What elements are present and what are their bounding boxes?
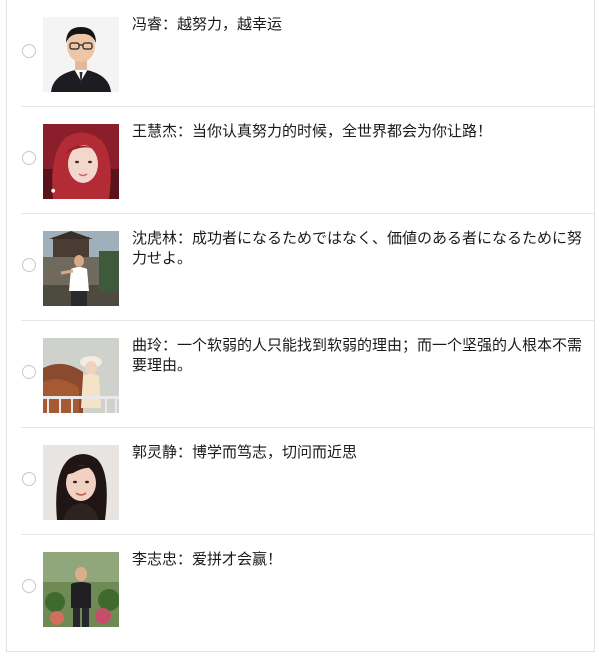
list-item[interactable]: 郭灵静：博学而笃志，切问而近思 bbox=[7, 428, 594, 535]
avatar bbox=[43, 338, 119, 413]
man-garden-photo-icon bbox=[43, 552, 119, 627]
name-separator: ： bbox=[177, 550, 193, 568]
quote-text: 李志忠：爱拼才会赢！ bbox=[132, 549, 584, 569]
person-name: 李志忠 bbox=[132, 550, 178, 568]
list-item[interactable]: 沈虎林：成功者になるためではなく、価値のある者になるために努力せよ。 bbox=[7, 214, 594, 321]
person-name: 王慧杰 bbox=[132, 122, 178, 140]
svg-text:●: ● bbox=[51, 188, 56, 194]
quote-text: 王慧杰：当你认真努力的时候，全世界都会为你让路！ bbox=[132, 121, 584, 141]
quote-content: 爱拼才会赢！ bbox=[192, 550, 283, 568]
person-name: 曲玲 bbox=[132, 336, 163, 354]
list-item[interactable]: 冯睿：越努力，越幸运 bbox=[7, 0, 594, 107]
radio-button[interactable] bbox=[22, 579, 36, 593]
name-separator: ： bbox=[177, 122, 193, 140]
quote-content: 当你认真努力的时候，全世界都会为你让路！ bbox=[192, 122, 493, 140]
quote-text: 冯睿：越努力，越幸运 bbox=[132, 14, 584, 34]
man-suit-portrait-icon bbox=[43, 17, 119, 92]
person-name: 冯睿 bbox=[132, 15, 163, 33]
name-separator: ： bbox=[162, 336, 178, 354]
avatar: ● bbox=[43, 124, 119, 199]
radio-button[interactable] bbox=[22, 258, 36, 272]
list-item[interactable]: 李志忠：爱拼才会赢！ bbox=[7, 535, 594, 642]
woman-red-hair-portrait-icon: ● bbox=[43, 124, 119, 199]
list-item[interactable]: ● 王慧杰：当你认真努力的时候，全世界都会为你让路！ bbox=[7, 107, 594, 214]
person-name: 郭灵静 bbox=[132, 443, 178, 461]
list-item[interactable]: 曲玲：一个软弱的人只能找到软弱的理由；而一个坚强的人根本不需要理由。 bbox=[7, 321, 594, 428]
name-separator: ： bbox=[177, 443, 193, 461]
radio-button[interactable] bbox=[22, 472, 36, 486]
quote-text: 曲玲：一个软弱的人只能找到软弱的理由；而一个坚强的人根本不需要理由。 bbox=[132, 335, 584, 375]
avatar bbox=[43, 17, 119, 92]
quote-content: 成功者になるためではなく、価値のある者になるために努力せよ。 bbox=[132, 229, 583, 267]
radio-button[interactable] bbox=[22, 44, 36, 58]
person-name: 沈虎林 bbox=[132, 229, 178, 247]
quote-list: 冯睿：越努力，越幸运 ● 王慧杰：当你认真努力的时候，全世界都会为你让路！ 沈虎… bbox=[7, 0, 594, 642]
radio-button[interactable] bbox=[22, 365, 36, 379]
man-outdoor-photo-icon bbox=[43, 231, 119, 306]
quote-text: 沈虎林：成功者になるためではなく、価値のある者になるために努力せよ。 bbox=[132, 228, 584, 268]
avatar bbox=[43, 231, 119, 306]
quote-list-panel: 冯睿：越努力，越幸运 ● 王慧杰：当你认真努力的时候，全世界都会为你让路！ 沈虎… bbox=[6, 0, 595, 652]
quote-content: 博学而笃志，切问而近思 bbox=[192, 443, 358, 461]
name-separator: ： bbox=[162, 15, 178, 33]
quote-text: 郭灵静：博学而笃志，切问而近思 bbox=[132, 442, 584, 462]
avatar bbox=[43, 552, 119, 627]
name-separator: ： bbox=[177, 229, 193, 247]
radio-button[interactable] bbox=[22, 151, 36, 165]
woman-hat-outdoor-photo-icon bbox=[43, 338, 119, 413]
avatar bbox=[43, 445, 119, 520]
quote-content: 越努力，越幸运 bbox=[177, 15, 283, 33]
woman-portrait-icon bbox=[43, 445, 119, 520]
quote-content: 一个软弱的人只能找到软弱的理由；而一个坚强的人根本不需要理由。 bbox=[132, 336, 583, 374]
